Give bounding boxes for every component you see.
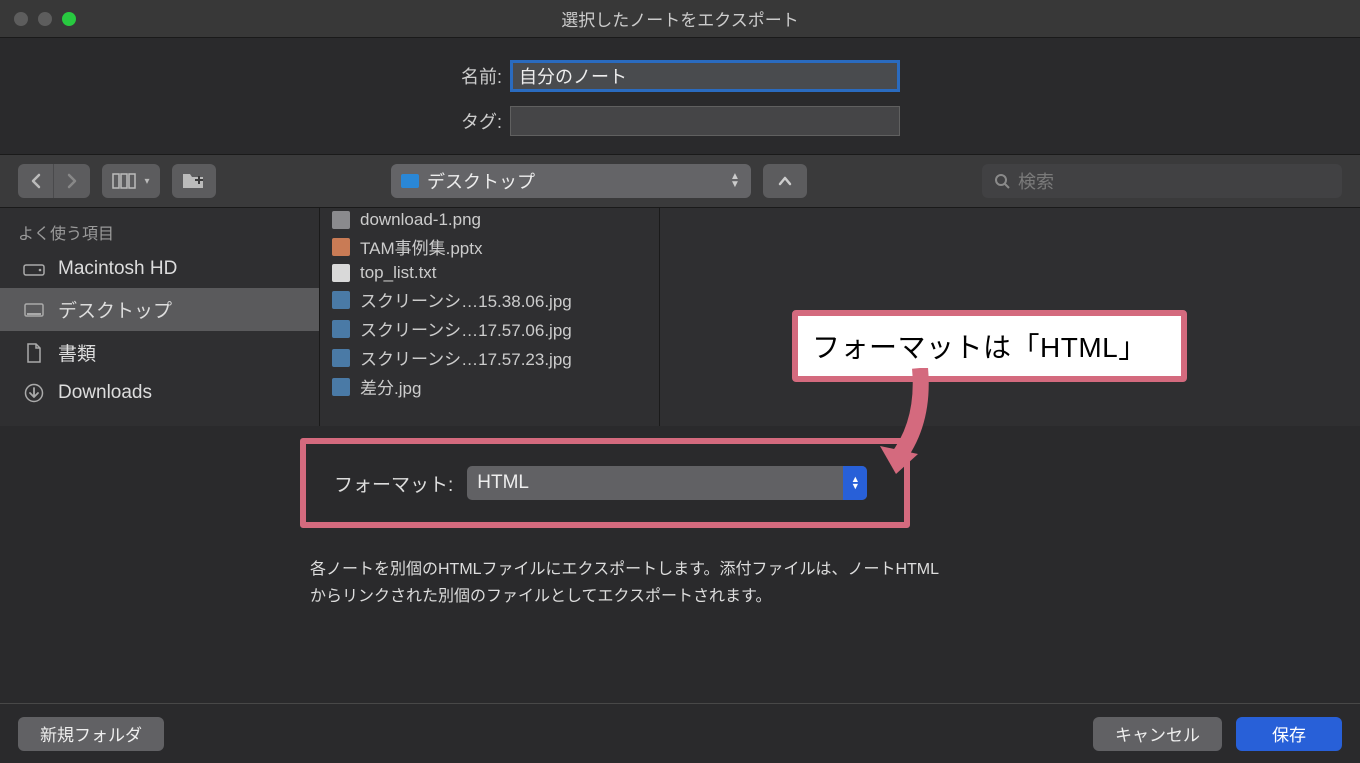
file-row[interactable]: スクリーンシ…17.57.06.jpg <box>320 314 659 343</box>
file-row[interactable]: スクリーンシ…17.57.23.jpg <box>320 343 659 372</box>
file-name: 差分.jpg <box>360 374 421 399</box>
file-name: download-1.png <box>360 210 481 230</box>
chevron-updown-icon: ▲▼ <box>727 168 743 194</box>
sidebar-item[interactable]: Macintosh HD <box>0 250 319 288</box>
nav-buttons <box>18 164 90 198</box>
hdd-icon <box>22 259 46 279</box>
file-icon <box>332 349 350 367</box>
new-folder-button[interactable]: 新規フォルダ <box>18 717 164 751</box>
window-title: 選択したノートをエクスポート <box>0 6 1360 31</box>
search-icon <box>994 173 1010 189</box>
dialog-footer: 新規フォルダ キャンセル 保存 <box>0 703 1360 763</box>
file-icon <box>332 264 350 282</box>
callout-text: フォーマットは「HTML」 <box>812 332 1147 363</box>
file-name: スクリーンシ…17.57.06.jpg <box>360 316 572 341</box>
sidebar-item[interactable]: 書類 <box>0 331 319 374</box>
sidebar: よく使う項目 Macintosh HD デスクトップ書類 Downloads <box>0 208 320 426</box>
file-row[interactable]: download-1.png <box>320 208 659 232</box>
finder-toolbar: ▾ デスクトップ ▲▼ 検索 <box>0 154 1360 208</box>
file-name: スクリーンシ…17.57.23.jpg <box>360 345 572 370</box>
name-input[interactable] <box>510 60 900 92</box>
file-icon <box>332 378 350 396</box>
file-row[interactable]: スクリーンシ…15.38.06.jpg <box>320 285 659 314</box>
file-icon <box>332 320 350 338</box>
cancel-button[interactable]: キャンセル <box>1093 717 1222 751</box>
format-value: HTML <box>477 472 529 494</box>
annotation-callout: フォーマットは「HTML」 <box>792 310 1187 382</box>
file-icon <box>332 291 350 309</box>
sidebar-item-label: デスクトップ <box>58 296 172 323</box>
file-name: スクリーンシ…15.38.06.jpg <box>360 287 572 312</box>
save-meta-area: 名前: タグ: <box>0 38 1360 154</box>
document-icon <box>22 343 46 363</box>
format-label: フォーマット: <box>334 470 453 497</box>
save-button[interactable]: 保存 <box>1236 717 1342 751</box>
location-popup[interactable]: デスクトップ ▲▼ <box>391 164 751 198</box>
search-field[interactable]: 検索 <box>982 164 1342 198</box>
format-description: 各ノートを別個のHTMLファイルにエクスポートします。添付ファイルは、ノートHT… <box>310 556 950 610</box>
file-column: download-1.png TAM事例集.pptx top_list.txt スクリ… <box>320 208 660 426</box>
file-icon <box>332 238 350 256</box>
folder-icon <box>401 174 419 188</box>
collapse-button[interactable] <box>763 164 807 198</box>
sidebar-item-label: Downloads <box>58 382 152 404</box>
search-placeholder: 検索 <box>1018 168 1054 194</box>
download-icon <box>22 383 46 403</box>
tag-input[interactable] <box>510 106 900 136</box>
chevron-updown-icon: ▲▼ <box>843 466 867 500</box>
view-mode-button[interactable]: ▾ <box>102 164 160 198</box>
back-button[interactable] <box>18 164 54 198</box>
file-icon <box>332 211 350 229</box>
tag-label: タグ: <box>0 108 510 134</box>
titlebar: 選択したノートをエクスポート <box>0 0 1360 38</box>
sidebar-item[interactable]: デスクトップ <box>0 288 319 331</box>
format-select[interactable]: HTML ▲▼ <box>467 466 867 500</box>
format-highlight-box: フォーマット: HTML ▲▼ <box>300 438 910 528</box>
desktop-icon <box>22 300 46 320</box>
name-label: 名前: <box>0 63 510 89</box>
file-name: TAM事例集.pptx <box>360 234 482 259</box>
file-row[interactable]: TAM事例集.pptx <box>320 232 659 261</box>
location-label: デスクトップ <box>427 168 535 194</box>
file-name: top_list.txt <box>360 263 437 283</box>
file-row[interactable]: 差分.jpg <box>320 372 659 401</box>
sidebar-section-header: よく使う項目 <box>0 214 319 250</box>
forward-button[interactable] <box>54 164 90 198</box>
file-row[interactable]: top_list.txt <box>320 261 659 285</box>
format-section: フォーマット: HTML ▲▼ 各ノートを別個のHTMLファイルにエクスポートし… <box>0 426 1360 610</box>
sidebar-item-label: 書類 <box>58 339 96 366</box>
sidebar-item[interactable]: Downloads <box>0 374 319 412</box>
sidebar-item-label: Macintosh HD <box>58 258 177 280</box>
new-folder-toolbar-button[interactable] <box>172 164 216 198</box>
